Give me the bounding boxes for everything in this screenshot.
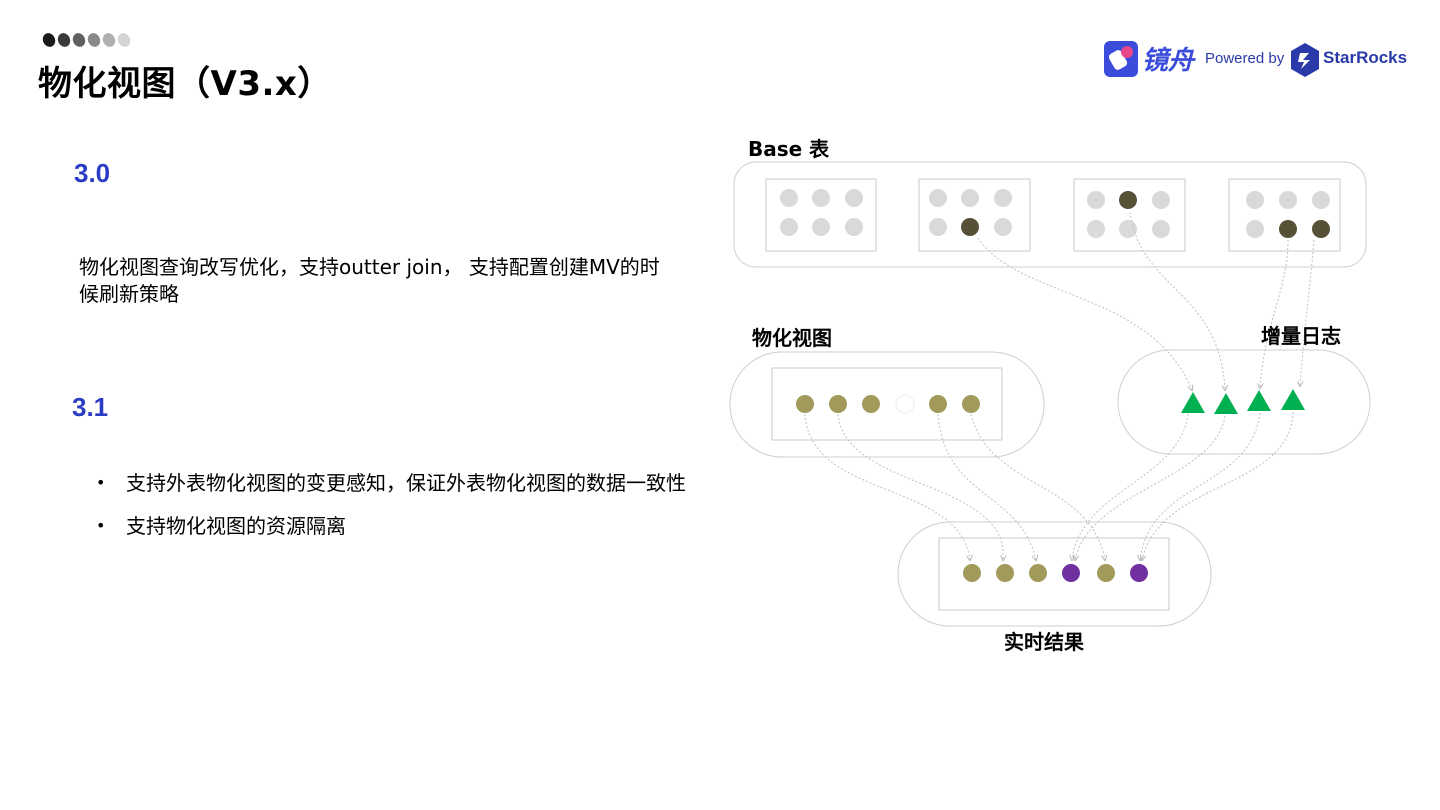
mv-row-dot <box>829 395 847 413</box>
base-row-dot <box>845 189 863 207</box>
result-new-dot <box>1130 564 1148 582</box>
base-row-dot <box>780 189 798 207</box>
base-row-dot <box>1152 191 1170 209</box>
mv-refresh-diagram: Base 表 物化视图 增量日志 实时结果 <box>720 120 1380 680</box>
base-row-dot <box>1279 191 1297 209</box>
base-partition-4 <box>1228 178 1341 252</box>
base-table-label: Base 表 <box>748 137 830 161</box>
base-to-log-arrow <box>1260 239 1289 388</box>
incremental-log-label: 增量日志 <box>1261 324 1341 348</box>
mv-row-dot <box>796 395 814 413</box>
diagram-canvas <box>729 161 1371 627</box>
base-to-log-arrow <box>1300 239 1315 386</box>
base-row-dot <box>1152 220 1170 238</box>
page-title: 物化视图（V3.x） <box>38 64 332 104</box>
brand-logo: 镜舟 Powered by StarRocks <box>1100 40 1408 80</box>
result-row-dot <box>963 564 981 582</box>
base-row-dot <box>1246 191 1264 209</box>
mv-row-dot <box>929 395 947 413</box>
base-to-log-arrow <box>1129 211 1225 390</box>
base-row-dot <box>1312 191 1330 209</box>
decorative-dots-icon <box>42 33 131 47</box>
version-3-0-description: 物化视图查询改写优化，支持outter join， 支持配置创建MV的时候刷新策… <box>79 255 660 306</box>
result-row-dot <box>1097 564 1115 582</box>
base-row-dot <box>929 189 947 207</box>
base-changed-dot <box>1312 220 1330 238</box>
base-changed-dot <box>1119 191 1137 209</box>
log-entry-triangle <box>1181 392 1205 413</box>
product-name: 镜舟 <box>1142 46 1195 76</box>
base-row-dot <box>780 218 798 236</box>
base-changed-dot <box>961 218 979 236</box>
base-changed-dot <box>1279 220 1297 238</box>
base-row-dot <box>994 189 1012 207</box>
mv-label: 物化视图 <box>752 326 832 350</box>
log-container <box>1117 349 1371 455</box>
mv-row-dot <box>862 395 880 413</box>
version-3-1-bullet-list: 支持外表物化视图的变更感知，保证外表物化视图的数据一致性 支持物化视图的资源隔离 <box>96 470 696 556</box>
log-entry-triangle <box>1281 389 1305 410</box>
starrocks-logo-icon <box>1291 43 1319 77</box>
mv-row-dot <box>962 395 980 413</box>
result-new-dot <box>1062 564 1080 582</box>
base-to-log-arrow <box>977 237 1192 390</box>
base-row-dot <box>961 189 979 207</box>
realtime-result-label: 实时结果 <box>1004 630 1084 654</box>
base-row-dot <box>1119 220 1137 238</box>
base-row-dot <box>1246 220 1264 238</box>
version-3-0-heading: 3.0 <box>74 158 111 188</box>
base-row-dot <box>812 218 830 236</box>
brand-name: StarRocks <box>1323 48 1408 67</box>
result-row-dot <box>1029 564 1047 582</box>
powered-by-text: Powered by <box>1205 50 1285 67</box>
log-entry-triangle <box>1247 390 1271 411</box>
base-row-dot <box>812 189 830 207</box>
base-row-dot <box>1087 220 1105 238</box>
bullet-item: 支持物化视图的资源隔离 <box>96 513 696 539</box>
base-row-dot <box>845 218 863 236</box>
base-partition-3 <box>1073 178 1186 252</box>
jingzhou-logo-icon <box>1104 41 1138 77</box>
mv-empty-dot <box>895 394 915 414</box>
base-row-dot <box>929 218 947 236</box>
version-3-1-heading: 3.1 <box>72 392 109 422</box>
bullet-item: 支持外表物化视图的变更感知，保证外表物化视图的数据一致性 <box>96 470 696 496</box>
base-row-dot <box>1087 191 1105 209</box>
base-row-dot <box>994 218 1012 236</box>
result-row-dot <box>996 564 1014 582</box>
log-entry-triangle <box>1214 393 1238 414</box>
